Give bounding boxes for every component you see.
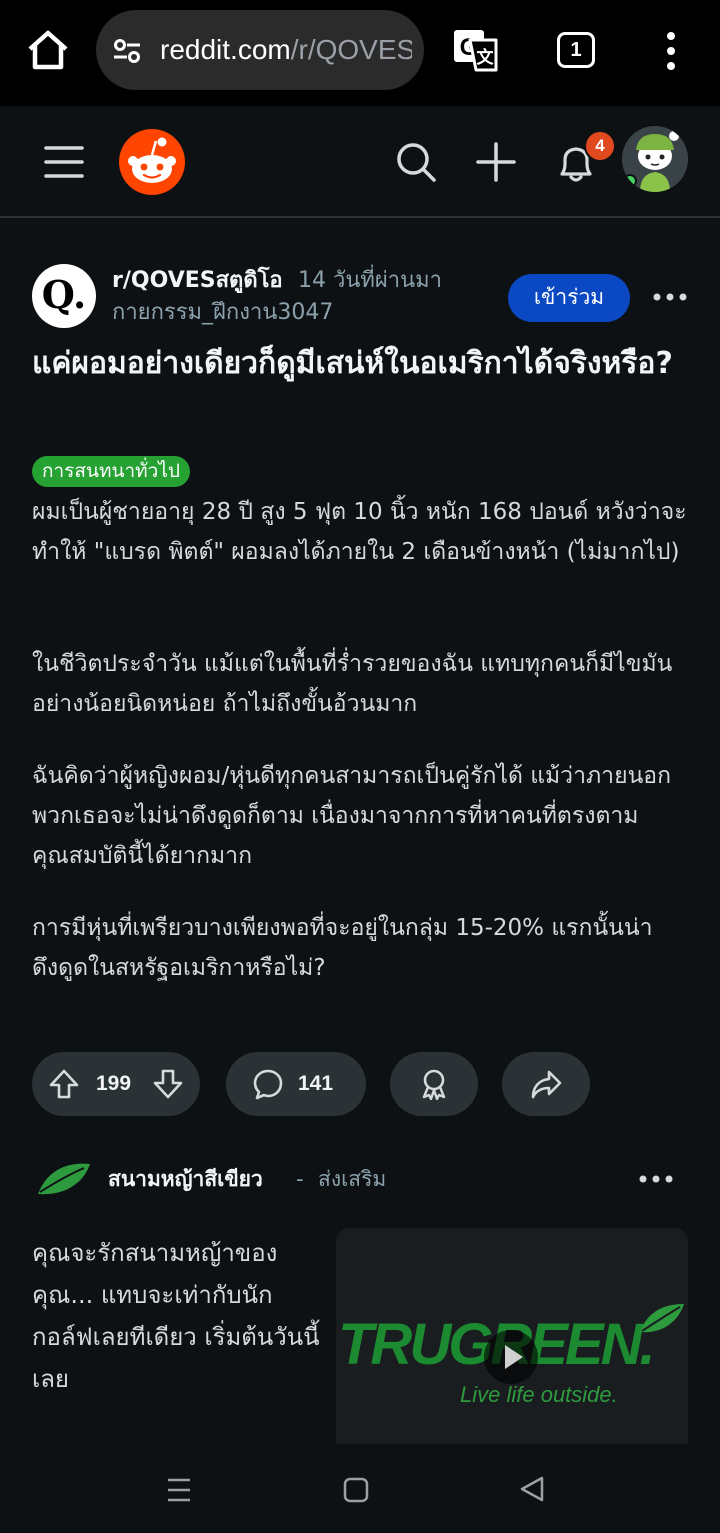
award-button[interactable] [390,1052,478,1116]
post-age: 14 วันที่ผ่านมา [298,268,443,293]
recent-apps-icon[interactable] [166,1476,192,1504]
post-body-paragraph: การมีหุ่นที่เพรียวบางเพียงพอที่จะอยู่ในก… [32,915,653,981]
svg-text:文: 文 [477,47,495,68]
comment-icon [253,1069,283,1100]
share-button[interactable] [502,1052,590,1116]
comment-count: 141 [298,1072,334,1095]
overflow-menu-icon[interactable] [660,30,682,72]
subreddit-icon-glyph: Q. [41,272,87,317]
post-body-paragraph: ผมเป็นผู้ชายอายุ 28 ปี สูง 5 ฟุต 10 นิ้ว… [32,499,687,565]
vote-bar: 199 [32,1052,200,1116]
video-play-button[interactable] [484,1330,538,1384]
ad-separator: - [296,1167,304,1191]
promoted-label: ส่งเสริม [318,1167,387,1191]
ad-video-thumbnail[interactable]: TRUGREEN. Live life outside. [336,1228,688,1444]
reddit-logo-icon[interactable] [118,128,186,196]
tab-switcher-button[interactable]: 1 [557,32,595,68]
notification-count-badge: 4 [584,130,616,162]
upvote-count: 199 [96,1072,132,1095]
reddit-header: 4 [0,106,720,218]
menu-icon[interactable] [42,142,86,182]
post-flair[interactable]: การสนทนาทั่วไป [32,456,190,487]
subreddit-name[interactable]: r/QOVESสตูดิโอ [112,266,283,296]
post-more-options-icon[interactable] [652,286,688,308]
translate-icon[interactable]: G 文 [452,28,500,74]
post-author[interactable]: กายกรรม_ฝึกงาน3047 [112,298,333,328]
advertiser-leaf-icon[interactable] [34,1160,92,1198]
snoo-avatar-image [622,126,688,192]
comments-button[interactable]: 141 [226,1052,366,1116]
url-path: /r/QOVESstudio [290,34,412,65]
downvote-icon[interactable] [152,1068,184,1100]
search-icon[interactable] [394,140,438,184]
browser-toolbar: reddit.com/r/QOVESstudio G 文 1 [0,0,720,106]
upvote-icon[interactable] [48,1068,80,1100]
share-icon [531,1070,562,1099]
play-icon [505,1345,523,1369]
ad-tagline: Live life outside. [460,1382,618,1407]
advertiser-name[interactable]: สนามหญ้าสีเขียว [108,1164,263,1194]
subreddit-icon[interactable]: Q. [32,264,96,328]
site-settings-icon[interactable] [112,36,142,66]
url-text[interactable]: reddit.com/r/QOVESstudio [160,32,412,68]
home-icon[interactable] [26,28,70,72]
post-body-paragraph: ฉันคิดว่าผู้หญิงผอม/หุ่นดีทุกคนสามารถเป็… [32,763,672,869]
ad-more-options-icon[interactable] [638,1168,674,1190]
ad-body-text[interactable]: คุณจะรักสนามหญ้าของคุณ... แทบจะเท่ากับนั… [32,1232,322,1400]
home-nav-icon[interactable] [342,1476,370,1504]
award-icon [422,1069,446,1100]
brand-leaf-icon [640,1304,684,1333]
post-body-paragraph: ในชีวิตประจำวัน แม้แต่ในพื้นที่ร่ำรวยของ… [32,651,673,717]
url-domain: reddit.com [160,34,291,65]
join-button[interactable]: เข้าร่วม [508,274,630,322]
create-post-icon[interactable] [474,140,518,184]
address-bar[interactable]: reddit.com/r/QOVESstudio [96,10,424,90]
back-icon[interactable] [518,1474,546,1504]
post-title: แค่ผอมอย่างเดียวก็ดูมีเสน่ห์ในอเมริกาได้… [32,346,673,381]
system-navigation-bar [0,1444,720,1533]
user-avatar[interactable] [622,126,688,192]
